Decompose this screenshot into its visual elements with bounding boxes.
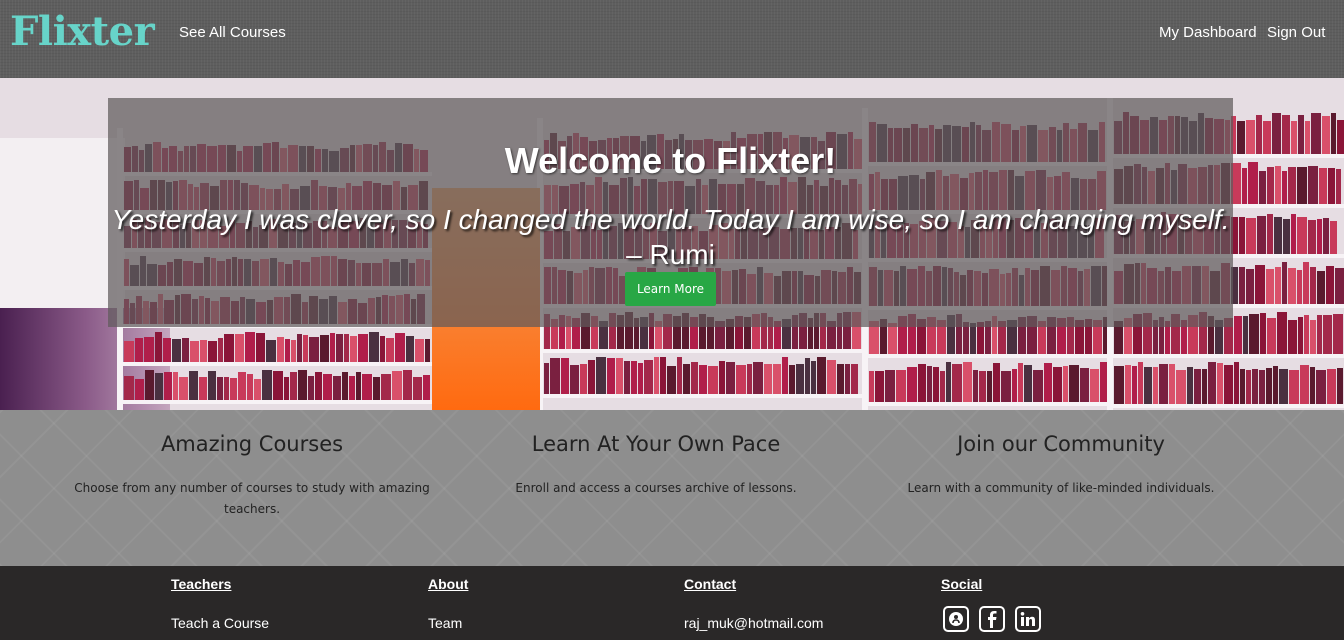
- feature-own-pace: Learn At Your Own Pace Enroll and access…: [486, 432, 826, 499]
- teach-a-course-link[interactable]: Teach a Course: [171, 614, 269, 632]
- footer-social-column: Social: [941, 576, 1041, 632]
- footer-heading: About: [428, 576, 469, 592]
- feature-text: Enroll and access a courses archive of l…: [515, 481, 797, 495]
- features-section: Amazing Courses Choose from any number o…: [0, 410, 1344, 566]
- facebook-icon[interactable]: [979, 606, 1005, 632]
- github-icon[interactable]: [943, 606, 969, 632]
- feature-amazing-courses: Amazing Courses Choose from any number o…: [70, 432, 434, 520]
- feature-community: Join our Community Learn with a communit…: [900, 432, 1222, 499]
- footer-about-column: About Team: [428, 576, 468, 632]
- footer-contact-column: Contact raj_muk@hotmail.com: [684, 576, 823, 632]
- feature-title: Join our Community: [957, 432, 1165, 456]
- site-footer: Teachers Teach a Course About Team Conta…: [0, 566, 1344, 640]
- footer-heading: Teachers: [171, 576, 232, 592]
- feature-title: Amazing Courses: [160, 432, 344, 456]
- my-dashboard-link[interactable]: My Dashboard: [1159, 24, 1257, 41]
- quote-text: Yesterday I was clever, so I changed the…: [111, 204, 1230, 235]
- sign-out-link[interactable]: Sign Out: [1267, 24, 1325, 41]
- footer-heading: Contact: [684, 576, 737, 592]
- hero-banner: Welcome to Flixter! Yesterday I was clev…: [0, 78, 1344, 410]
- footer-heading: Social: [941, 576, 983, 592]
- learn-more-button[interactable]: Learn More: [625, 272, 716, 306]
- brand-logo[interactable]: Flixter: [10, 8, 155, 55]
- team-link[interactable]: Team: [428, 614, 468, 632]
- contact-email-link[interactable]: raj_muk@hotmail.com: [684, 614, 823, 632]
- hero-title: Welcome to Flixter!: [504, 140, 837, 181]
- feature-text: Choose from any number of courses to stu…: [74, 481, 430, 516]
- feature-title: Learn At Your Own Pace: [531, 432, 781, 456]
- linkedin-icon[interactable]: [1015, 606, 1041, 632]
- footer-teachers-column: Teachers Teach a Course: [171, 576, 269, 632]
- social-icons: [943, 606, 1041, 632]
- quote-author: – Rumi: [626, 239, 715, 270]
- see-all-courses-link[interactable]: See All Courses: [179, 24, 286, 41]
- feature-text: Learn with a community of like-minded in…: [907, 481, 1215, 495]
- hero-quote: Yesterday I was clever, so I changed the…: [108, 202, 1233, 272]
- top-navbar: Flixter See All Courses My Dashboard Sig…: [0, 0, 1344, 78]
